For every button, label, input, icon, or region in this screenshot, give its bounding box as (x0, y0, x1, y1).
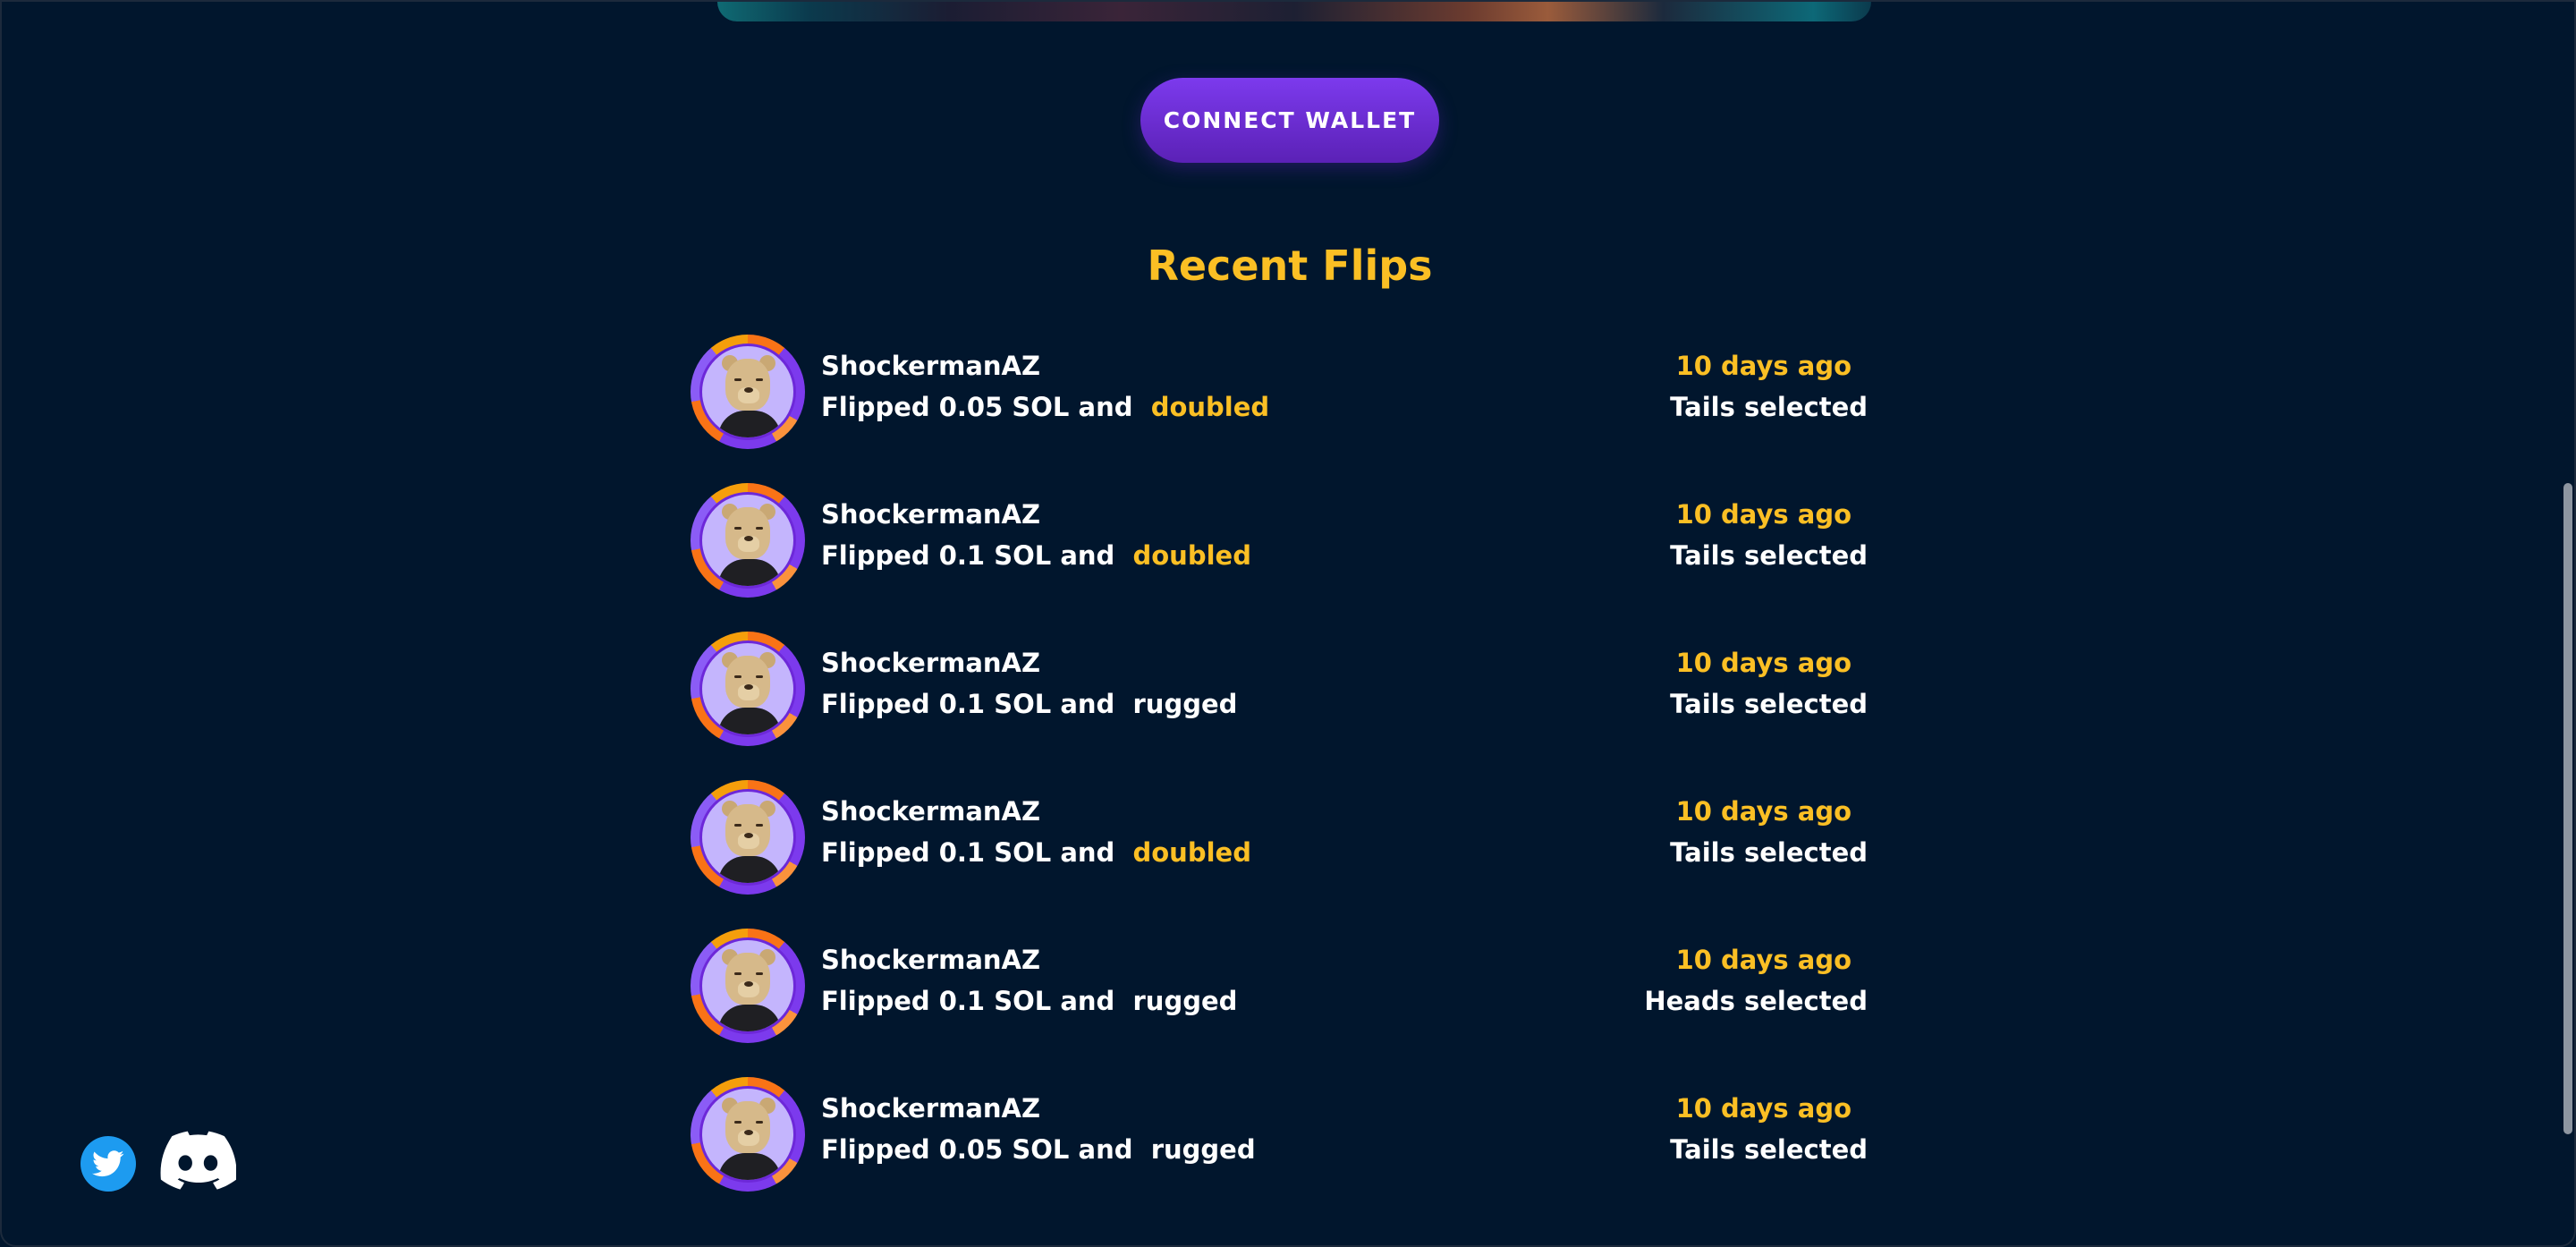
flip-time: 10 days ago (1675, 648, 1852, 678)
flip-description: Flipped 0.1 SOL and rugged (821, 986, 1238, 1016)
avatar (691, 929, 805, 1043)
flip-username: ShockermanAZ (821, 499, 1041, 530)
flip-outcome: doubled (1150, 392, 1270, 422)
list-item: ShockermanAZ Flipped 0.1 SOL and rugged … (691, 630, 1868, 778)
avatar (691, 483, 805, 598)
avatar (691, 780, 805, 895)
flip-outcome: doubled (1132, 540, 1251, 571)
flip-time: 10 days ago (1675, 796, 1852, 827)
scrollbar-thumb[interactable] (2563, 483, 2572, 1134)
flip-time: 10 days ago (1675, 1093, 1852, 1124)
flip-username: ShockermanAZ (821, 1093, 1041, 1124)
flip-time: 10 days ago (1675, 945, 1852, 975)
connect-wallet-button[interactable]: CONNECT WALLET (1140, 78, 1439, 163)
hero-banner-bottom (717, 2, 1871, 21)
flip-username: ShockermanAZ (821, 351, 1041, 381)
discord-icon[interactable] (159, 1131, 237, 1195)
list-item: ShockermanAZ Flipped 0.05 SOL and rugged… (691, 1075, 1868, 1224)
list-item: ShockermanAZ Flipped 0.1 SOL and doubled… (691, 481, 1868, 630)
avatar (691, 1077, 805, 1192)
scrollbar[interactable] (2558, 2, 2576, 1245)
list-item: ShockermanAZ Flipped 0.1 SOL and rugged … (691, 927, 1868, 1075)
flip-outcome: rugged (1150, 1134, 1256, 1165)
flip-side: Tails selected (1670, 392, 1868, 422)
flip-outcome: doubled (1132, 837, 1251, 868)
avatar (691, 632, 805, 746)
list-item: ShockermanAZ Flipped 0.05 SOL and double… (691, 333, 1868, 481)
flip-description: Flipped 0.05 SOL and rugged (821, 1134, 1256, 1165)
flip-outcome: rugged (1132, 986, 1238, 1016)
flip-time: 10 days ago (1675, 499, 1852, 530)
flip-side: Heads selected (1644, 986, 1868, 1016)
flip-side: Tails selected (1670, 1134, 1868, 1165)
twitter-icon[interactable] (80, 1136, 136, 1192)
flip-username: ShockermanAZ (821, 796, 1041, 827)
flip-description: Flipped 0.1 SOL and rugged (821, 689, 1238, 719)
app-window: CONNECT WALLET Recent Flips ShockermanAZ… (0, 0, 2576, 1247)
flip-username: ShockermanAZ (821, 648, 1041, 678)
recent-flips-list: ShockermanAZ Flipped 0.05 SOL and double… (691, 333, 1868, 1224)
flip-outcome: rugged (1132, 689, 1238, 719)
flip-side: Tails selected (1670, 540, 1868, 571)
flip-description: Flipped 0.1 SOL and doubled (821, 837, 1251, 868)
list-item: ShockermanAZ Flipped 0.1 SOL and doubled… (691, 778, 1868, 927)
recent-flips-title: Recent Flips (1147, 242, 1433, 290)
avatar (691, 335, 805, 449)
flip-username: ShockermanAZ (821, 945, 1041, 975)
flip-time: 10 days ago (1675, 351, 1852, 381)
flip-side: Tails selected (1670, 837, 1868, 868)
flip-description: Flipped 0.05 SOL and doubled (821, 392, 1270, 422)
flip-side: Tails selected (1670, 689, 1868, 719)
flip-description: Flipped 0.1 SOL and doubled (821, 540, 1251, 571)
